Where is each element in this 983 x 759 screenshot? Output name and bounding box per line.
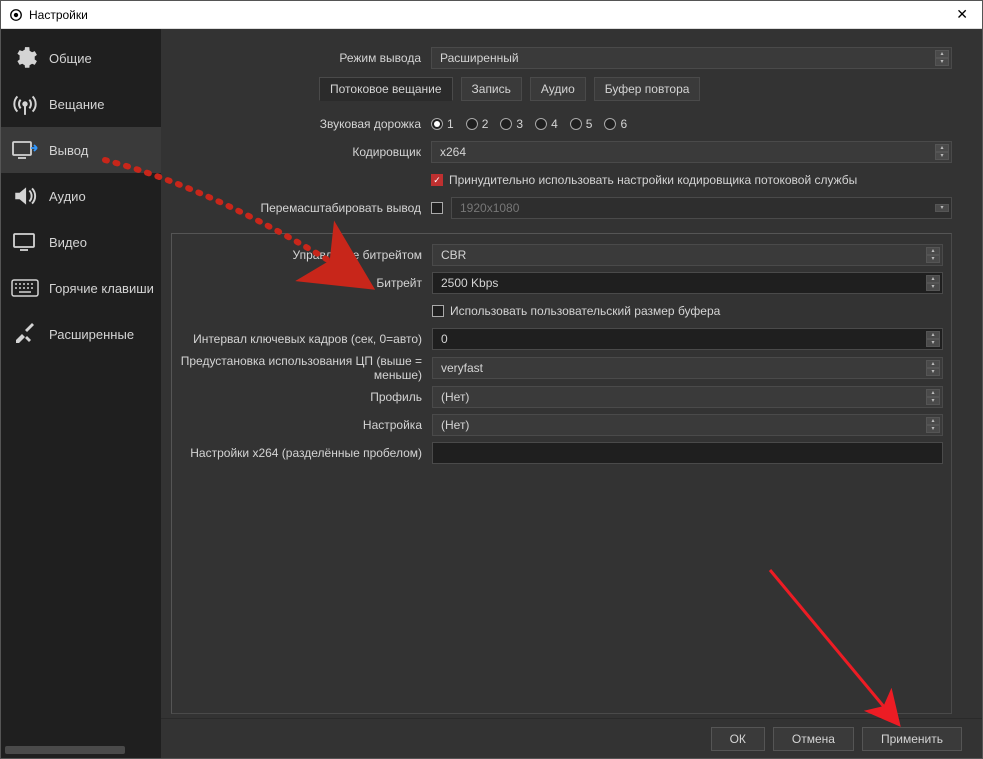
sidebar-item-output[interactable]: Вывод [1, 127, 161, 173]
enforce-encoder-label: Принудительно использовать настройки код… [449, 173, 857, 187]
chevron-down-icon[interactable]: ▾ [926, 255, 940, 263]
apply-button[interactable]: Применить [862, 727, 962, 751]
tune-select[interactable]: (Нет) ▴▾ [432, 414, 943, 436]
tune-label: Настройка [172, 418, 432, 432]
output-icon [11, 138, 39, 162]
titlebar: Настройки ✕ [1, 1, 982, 29]
dialog-footer: ОК Отмена Применить [161, 718, 982, 758]
rescale-select[interactable]: 1920x1080 ▾ [451, 197, 952, 219]
sidebar-item-label: Аудио [49, 189, 86, 204]
chevron-up-icon[interactable]: ▴ [926, 247, 940, 255]
tools-icon [11, 322, 39, 346]
sidebar-item-label: Горячие клавиши [49, 281, 154, 296]
sidebar-item-label: Общие [49, 51, 92, 66]
keyint-input[interactable]: 0 ▴▾ [432, 328, 943, 350]
tune-value: (Нет) [441, 418, 469, 432]
chevron-down-icon[interactable]: ▾ [926, 283, 940, 291]
enforce-encoder-checkbox[interactable] [431, 174, 443, 186]
chevron-down-icon[interactable]: ▾ [935, 58, 949, 66]
settings-window: Настройки ✕ Общие Вещание Вывод [0, 0, 983, 759]
chevron-up-icon[interactable]: ▴ [926, 360, 940, 368]
sidebar-item-stream[interactable]: Вещание [1, 81, 161, 127]
audio-track-radio-2[interactable] [466, 118, 478, 130]
rate-control-select[interactable]: CBR ▴▾ [432, 244, 943, 266]
audio-track-label: Звуковая дорожка [161, 117, 431, 131]
audio-track-radios: 1 2 3 4 5 6 [431, 117, 627, 131]
sidebar-item-label: Вещание [49, 97, 105, 112]
chevron-up-icon[interactable]: ▴ [926, 275, 940, 283]
output-tabs: Потоковое вещание Запись Аудио Буфер пов… [319, 73, 700, 109]
audio-track-radio-6[interactable] [604, 118, 616, 130]
output-mode-label: Режим вывода [161, 51, 431, 65]
audio-track-radio-4[interactable] [535, 118, 547, 130]
bitrate-value: 2500 Kbps [441, 276, 498, 290]
sidebar-item-audio[interactable]: Аудио [1, 173, 161, 219]
encoder-select[interactable]: x264 ▴▾ [431, 141, 952, 163]
broadcast-icon [11, 92, 39, 116]
custom-buffer-label: Использовать пользовательский размер буф… [450, 304, 720, 318]
keyboard-icon [11, 276, 39, 300]
audio-track-radio-1[interactable] [431, 118, 443, 130]
sidebar-item-general[interactable]: Общие [1, 35, 161, 81]
output-mode-value: Расширенный [440, 51, 519, 65]
profile-value: (Нет) [441, 390, 469, 404]
sidebar-item-advanced[interactable]: Расширенные [1, 311, 161, 357]
keyint-value: 0 [441, 332, 448, 346]
chevron-down-icon[interactable]: ▾ [935, 204, 949, 212]
encoder-settings-panel: Управление битрейтом CBR ▴▾ Битрейт 2500… [171, 233, 952, 714]
chevron-up-icon[interactable]: ▴ [926, 331, 940, 339]
sidebar-scrollbar[interactable] [5, 746, 125, 754]
rescale-label: Перемасштабировать вывод [161, 201, 431, 215]
encoder-value: x264 [440, 145, 466, 159]
gear-icon [11, 46, 39, 70]
rate-control-label: Управление битрейтом [172, 248, 432, 262]
rescale-value: 1920x1080 [460, 201, 519, 215]
rate-control-value: CBR [441, 248, 466, 262]
cancel-button[interactable]: Отмена [773, 727, 854, 751]
sidebar: Общие Вещание Вывод Аудио [1, 29, 161, 758]
output-mode-select[interactable]: Расширенный ▴▾ [431, 47, 952, 69]
app-icon [9, 8, 23, 22]
profile-label: Профиль [172, 390, 432, 404]
tab-streaming[interactable]: Потоковое вещание [319, 77, 453, 101]
encoder-label: Кодировщик [161, 145, 431, 159]
tab-audio[interactable]: Аудио [530, 77, 586, 101]
sidebar-item-label: Расширенные [49, 327, 134, 342]
rescale-checkbox[interactable] [431, 202, 443, 214]
close-button[interactable]: ✕ [950, 6, 974, 23]
ok-button[interactable]: ОК [711, 727, 765, 751]
audio-track-radio-5[interactable] [570, 118, 582, 130]
sidebar-item-label: Видео [49, 235, 87, 250]
preset-label: Предустановка использования ЦП (выше = м… [172, 354, 432, 382]
chevron-up-icon[interactable]: ▴ [926, 417, 940, 425]
chevron-up-icon[interactable]: ▴ [935, 50, 949, 58]
preset-select[interactable]: veryfast ▴▾ [432, 357, 943, 379]
bitrate-label: Битрейт [172, 276, 432, 290]
audio-icon [11, 184, 39, 208]
chevron-down-icon[interactable]: ▾ [926, 397, 940, 405]
profile-select[interactable]: (Нет) ▴▾ [432, 386, 943, 408]
custom-buffer-checkbox[interactable] [432, 305, 444, 317]
chevron-down-icon[interactable]: ▾ [926, 368, 940, 376]
chevron-down-icon[interactable]: ▾ [926, 425, 940, 433]
tab-replay-buffer[interactable]: Буфер повтора [594, 77, 701, 101]
main-panel: Режим вывода Расширенный ▴▾ Потоковое ве… [161, 29, 982, 758]
sidebar-item-video[interactable]: Видео [1, 219, 161, 265]
chevron-down-icon[interactable]: ▾ [935, 152, 949, 160]
bitrate-input[interactable]: 2500 Kbps ▴▾ [432, 272, 943, 294]
keyint-label: Интервал ключевых кадров (сек, 0=авто) [172, 332, 432, 346]
sidebar-item-hotkeys[interactable]: Горячие клавиши [1, 265, 161, 311]
tab-recording[interactable]: Запись [461, 77, 522, 101]
sidebar-item-label: Вывод [49, 143, 88, 158]
chevron-up-icon[interactable]: ▴ [926, 389, 940, 397]
chevron-down-icon[interactable]: ▾ [926, 339, 940, 347]
audio-track-radio-3[interactable] [500, 118, 512, 130]
x264opts-input[interactable] [432, 442, 943, 464]
chevron-up-icon[interactable]: ▴ [935, 144, 949, 152]
preset-value: veryfast [441, 361, 483, 375]
window-title: Настройки [29, 8, 950, 22]
video-icon [11, 230, 39, 254]
x264opts-label: Настройки x264 (разделённые пробелом) [172, 446, 432, 460]
